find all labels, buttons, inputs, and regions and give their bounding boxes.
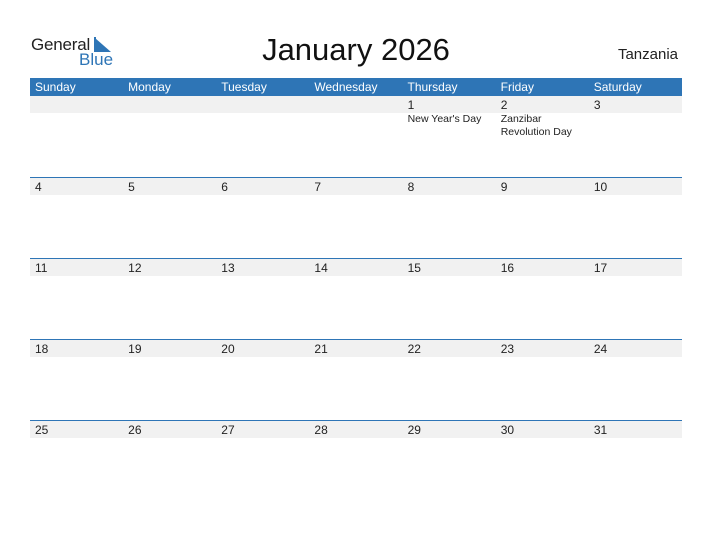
weekday-sunday: Sunday — [35, 80, 76, 94]
day-cell[interactable] — [216, 96, 309, 177]
day-number: 31 — [593, 423, 608, 437]
day-number: 7 — [314, 180, 322, 194]
day-cell[interactable]: 12 — [123, 259, 216, 340]
day-cell[interactable]: 31 — [589, 421, 682, 502]
weekday-thursday: Thursday — [407, 80, 458, 94]
day-cell[interactable]: 26 — [123, 421, 216, 502]
day-cell[interactable] — [123, 96, 216, 177]
day-number: 2 — [500, 98, 508, 112]
day-number: 26 — [128, 423, 142, 437]
day-cell[interactable]: 17 — [589, 259, 682, 340]
day-cell[interactable]: 3 — [589, 96, 682, 177]
day-number: 8 — [407, 180, 415, 194]
weekday-friday: Friday — [500, 80, 534, 94]
day-cell[interactable]: 25 — [30, 421, 123, 502]
weekday-wednesday: Wednesday — [314, 80, 378, 94]
weekday-tuesday: Tuesday — [221, 80, 267, 94]
day-cell[interactable]: 27 — [216, 421, 309, 502]
day-number: 23 — [500, 342, 515, 356]
day-number: 20 — [221, 342, 235, 356]
day-number: 24 — [593, 342, 608, 356]
day-cell[interactable]: 28 — [309, 421, 402, 502]
weekday-header: Sunday Monday Tuesday Wednesday Thursday Frid… — [30, 78, 682, 96]
day-number: 18 — [35, 342, 49, 356]
week-row: 11 12 13 14 15 16 17 — [30, 258, 682, 340]
day-number: 19 — [128, 342, 142, 356]
day-cell[interactable] — [30, 96, 123, 177]
day-cell[interactable]: 29 — [403, 421, 496, 502]
day-number: 22 — [407, 342, 421, 356]
day-cell[interactable]: 6 — [216, 178, 309, 259]
weekday-saturday: Saturday — [593, 80, 642, 94]
day-cell[interactable]: 7 — [309, 178, 402, 259]
day-number: 25 — [35, 423, 49, 437]
day-number: 16 — [500, 261, 515, 275]
day-number: 29 — [407, 423, 421, 437]
day-cell[interactable]: 21 — [309, 340, 402, 421]
day-number: 10 — [593, 180, 608, 194]
day-number: 11 — [35, 261, 48, 275]
country-label: Tanzania — [617, 46, 678, 63]
day-number: 28 — [314, 423, 328, 437]
day-number: 27 — [221, 423, 235, 437]
day-cell[interactable]: 5 — [123, 178, 216, 259]
day-number: 9 — [500, 180, 508, 194]
day-number: 30 — [500, 423, 515, 437]
day-number: 13 — [221, 261, 235, 275]
day-number: 5 — [128, 180, 135, 194]
day-cell[interactable]: 8 — [403, 178, 496, 259]
day-number: 6 — [221, 180, 228, 194]
day-number: 4 — [35, 180, 42, 194]
day-cell[interactable]: 4 — [30, 178, 123, 259]
day-number: 21 — [314, 342, 328, 356]
week-row: 25 26 27 28 29 30 31 — [30, 420, 682, 502]
day-number: 14 — [314, 261, 328, 275]
day-cell[interactable]: 13 — [216, 259, 309, 340]
holiday-label: New Year's Day — [407, 113, 482, 125]
day-cell[interactable]: 18 — [30, 340, 123, 421]
day-number: 3 — [593, 98, 601, 112]
weekday-monday: Monday — [128, 80, 171, 94]
page-title: January 2026 — [262, 32, 450, 67]
day-cell[interactable]: 23 — [496, 340, 589, 421]
day-cell[interactable]: 1 New Year's Day — [403, 96, 496, 177]
day-cell[interactable]: 16 — [496, 259, 589, 340]
day-cell[interactable]: 30 — [496, 421, 589, 502]
week-row: 1 New Year's Day 2 Zanzibar Revolution Day 3 — [30, 96, 682, 177]
week-row: 18 19 20 21 22 23 24 — [30, 339, 682, 421]
day-number: 12 — [128, 261, 142, 275]
day-cell[interactable]: 10 — [589, 178, 682, 259]
day-cell[interactable]: 20 — [216, 340, 309, 421]
day-cell[interactable]: 9 — [496, 178, 589, 259]
day-cell[interactable]: 22 — [403, 340, 496, 421]
day-cell[interactable] — [309, 96, 402, 177]
day-cell[interactable]: 19 — [123, 340, 216, 421]
day-cell[interactable]: 15 — [403, 259, 496, 340]
day-cell[interactable]: 11 — [30, 259, 123, 340]
holiday-label: Zanzibar Revolution Day — [500, 113, 572, 138]
day-cell[interactable]: 24 — [589, 340, 682, 421]
week-row: 4 5 6 7 8 9 10 — [30, 177, 682, 259]
day-number: 1 — [407, 98, 415, 112]
day-number: 15 — [407, 261, 421, 275]
day-cell[interactable]: 14 — [309, 259, 402, 340]
day-cell[interactable]: 2 Zanzibar Revolution Day — [496, 96, 589, 177]
day-number: 17 — [593, 261, 608, 275]
